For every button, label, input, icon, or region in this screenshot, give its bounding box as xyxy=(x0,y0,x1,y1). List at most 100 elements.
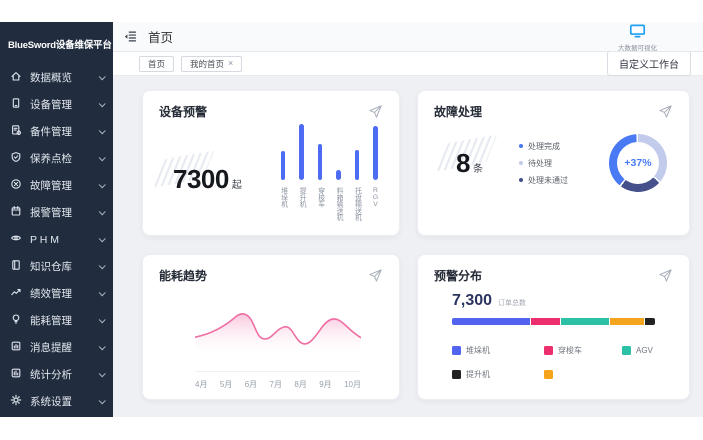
bar xyxy=(299,124,304,180)
sidebar-item-label: 消息提醒 xyxy=(30,340,72,355)
legend-label: 穿梭车 xyxy=(558,345,582,356)
sidebar-item-messages[interactable]: 消息提醒 xyxy=(0,334,113,361)
axis-label: 7月 xyxy=(270,379,282,390)
sidebar-item-energy[interactable]: 能耗管理 xyxy=(0,307,113,334)
chevron-down-icon xyxy=(99,154,106,161)
menu-fold-icon[interactable] xyxy=(123,29,138,44)
chevron-down-icon xyxy=(99,289,106,296)
count-unit: 条 xyxy=(473,164,483,175)
tab-label: 我的首页 xyxy=(190,58,224,70)
legend-dot xyxy=(519,144,523,148)
sidebar-item-settings[interactable]: 系统设置 xyxy=(0,388,113,415)
bar-column: 料箱输送机 xyxy=(335,170,342,229)
chevron-down-icon xyxy=(99,100,106,107)
stack-segment xyxy=(531,318,561,325)
count-value: 7,300 xyxy=(452,292,492,310)
sidebar-menu: 数据概览 设备管理 备件管理 保养点检 故障管理 报警管理 xyxy=(0,64,113,415)
breadcrumb: 首页 xyxy=(148,27,173,46)
sidebar-item-fault-management[interactable]: 故障管理 xyxy=(0,172,113,199)
send-icon[interactable] xyxy=(368,268,383,283)
card-title: 故障处理 xyxy=(434,103,482,120)
sidebar-item-label: 能耗管理 xyxy=(30,313,72,328)
legend-item: AGV xyxy=(622,345,673,356)
sidebar-item-alarm-management[interactable]: 报警管理 xyxy=(0,199,113,226)
tab-my-home[interactable]: 我的首页 × xyxy=(181,56,242,72)
bar-label: 托盘输送机 xyxy=(353,187,360,229)
sidebar-item-data-overview[interactable]: 数据概览 xyxy=(0,64,113,91)
legend-swatch xyxy=(544,346,553,355)
legend-label: 提升机 xyxy=(466,369,490,380)
sidebar-item-phm[interactable]: P H M xyxy=(0,226,113,253)
chevron-down-icon xyxy=(99,208,106,215)
chevron-down-icon xyxy=(99,181,106,188)
order-total: 7,300 订单总数 xyxy=(452,292,673,310)
card-title: 能耗趋势 xyxy=(159,267,207,284)
legend-item xyxy=(544,369,622,380)
bar xyxy=(281,151,286,180)
chevron-down-icon xyxy=(99,397,106,404)
sidebar-item-label: 备件管理 xyxy=(30,124,72,139)
fault-count: 8条 xyxy=(456,148,483,179)
stack-segment xyxy=(645,318,655,325)
sidebar-item-label: 故障管理 xyxy=(30,178,72,193)
legend-dot xyxy=(519,161,523,165)
sidebar-item-label: 数据概览 xyxy=(30,70,72,85)
stack-segment xyxy=(452,318,530,325)
legend-item: 堆垛机 xyxy=(452,345,544,356)
axis-label: 6月 xyxy=(245,379,257,390)
close-icon[interactable]: × xyxy=(228,59,233,68)
legend-item: 穿梭车 xyxy=(544,345,622,356)
sidebar-item-label: 绩效管理 xyxy=(30,286,72,301)
sidebar-item-label: 保养点检 xyxy=(30,151,72,166)
monitor-icon xyxy=(629,25,646,42)
sidebar-item-spare-parts[interactable]: 备件管理 xyxy=(0,118,113,145)
bar xyxy=(318,144,323,180)
sidebar-item-device-management[interactable]: 设备管理 xyxy=(0,91,113,118)
legend-item: 待处理 xyxy=(519,158,568,169)
top-header: 首页 大数据可视化 xyxy=(113,22,703,52)
tab-home[interactable]: 首页 xyxy=(139,56,174,72)
fault-circle-x-icon xyxy=(10,177,22,195)
sidebar-item-maintenance-check[interactable]: 保养点检 xyxy=(0,145,113,172)
stack-segment xyxy=(610,318,644,325)
legend-label: 处理完成 xyxy=(528,141,560,152)
card-device-warning: 设备预警 7300起 堆垛机提升机穿梭车料箱输送机托盘输送机RGV xyxy=(142,90,400,236)
big-data-visualization-entry[interactable]: 大数据可视化 xyxy=(618,24,657,52)
count-unit: 起 xyxy=(232,180,242,191)
legend-label: 处理未通过 xyxy=(528,175,568,186)
legend-item: 处理完成 xyxy=(519,141,568,152)
settings-gear-icon xyxy=(10,393,22,411)
sidebar-item-label: 系统设置 xyxy=(30,394,72,409)
tag-bar: 首页 我的首页 × 自定义工作台 xyxy=(113,52,703,76)
sidebar-item-statistics[interactable]: 统计分析 xyxy=(0,361,113,388)
bar xyxy=(373,126,378,180)
legend-item: 处理未通过 xyxy=(519,175,568,186)
chevron-down-icon xyxy=(99,370,106,377)
legend-swatch xyxy=(622,346,631,355)
sidebar-item-performance[interactable]: 绩效管理 xyxy=(0,280,113,307)
customize-workbench-button[interactable]: 自定义工作台 xyxy=(607,51,691,76)
device-icon xyxy=(10,96,22,114)
legend-item: 提升机 xyxy=(452,369,544,380)
bar-label: 穿梭车 xyxy=(316,187,323,229)
chevron-down-icon xyxy=(99,73,106,80)
send-icon[interactable] xyxy=(658,104,673,119)
sidebar-item-knowledge-base[interactable]: 知识仓库 xyxy=(0,253,113,280)
sidebar: BlueSword设备维保平台 数据概览 设备管理 备件管理 保养点检 故障管理 xyxy=(0,22,113,417)
app-title: BlueSword设备维保平台 xyxy=(0,22,113,64)
bar-label: RGV xyxy=(372,187,379,229)
bar-column: 提升机 xyxy=(298,124,305,229)
card-fault-handling: 故障处理 8条 处理完成 待处理 处理未通过 +37% xyxy=(417,90,690,236)
send-icon[interactable] xyxy=(658,268,673,283)
device-warning-count: 7300起 xyxy=(173,164,242,195)
energy-area-chart xyxy=(195,300,361,367)
message-chart-icon xyxy=(10,339,22,357)
bar-column: 穿梭车 xyxy=(316,144,323,229)
shield-check-icon xyxy=(10,150,22,168)
app-window: BlueSword设备维保平台 数据概览 设备管理 备件管理 保养点检 故障管理 xyxy=(0,22,703,417)
legend-swatch xyxy=(544,370,553,379)
send-icon[interactable] xyxy=(368,104,383,119)
dashboard-content: 设备预警 7300起 堆垛机提升机穿梭车料箱输送机托盘输送机RGV 故障处理 xyxy=(113,76,703,417)
chevron-down-icon xyxy=(99,343,106,350)
x-axis-labels: 4月5月6月7月8月9月10月 xyxy=(195,379,361,390)
